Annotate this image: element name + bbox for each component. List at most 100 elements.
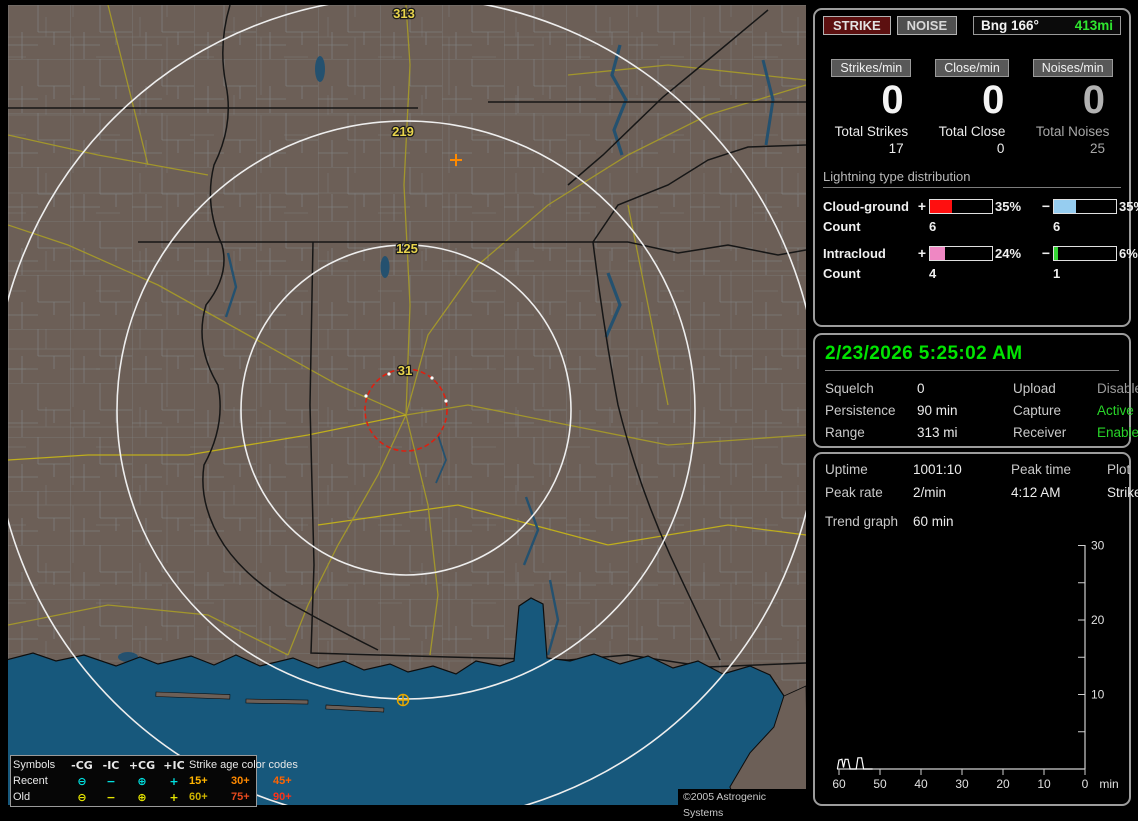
ic-positive-bar (929, 245, 993, 261)
svg-text:10: 10 (1091, 688, 1105, 702)
distribution-title: Lightning type distribution (823, 169, 1121, 188)
peak-time-label: Peak time (1011, 462, 1072, 477)
total-close-label: Total Close (938, 124, 1006, 139)
peak-rate-value: 2/min (913, 485, 947, 500)
legend-col-pcg: +CG (128, 758, 156, 772)
legend-age-title: Strike age color codes (189, 758, 298, 771)
cg-negative-bar (1053, 198, 1117, 214)
age-15: 15+ (189, 774, 208, 787)
map-legend: Symbols -CG -IC +CG +IC Strike age color… (10, 755, 298, 807)
squelch-label: Squelch (825, 381, 874, 396)
noises-per-min-label: Noises/min (1032, 59, 1113, 77)
ring-label-313: 313 (393, 6, 415, 21)
upload-status: Disabled (1097, 381, 1138, 396)
copyright-text: ©2005 Astrogenic Systems (678, 789, 806, 819)
close-per-min-value: 0 (982, 78, 1005, 122)
svg-text:0: 0 (1082, 777, 1089, 791)
age-45: 45+ (273, 774, 292, 787)
pcg-recent-icon: ⊕ (137, 774, 147, 788)
total-noises-value: 25 (1089, 141, 1105, 156)
persistence-value: 90 min (917, 403, 958, 418)
pic-old-icon: + (169, 790, 179, 804)
cg-positive-bar (929, 198, 993, 214)
strike-mode-button[interactable]: STRIKE (823, 16, 891, 35)
ncg-old-icon: ⊖ (77, 790, 87, 804)
ring-label-31: 31 (398, 363, 412, 378)
datetime-display: 2/23/2026 5:25:02 AM (825, 343, 1119, 371)
plus-sign: + (917, 198, 927, 214)
svg-text:10: 10 (1037, 777, 1051, 791)
ic-positive-count: 4 (929, 266, 937, 281)
ic-positive-pct: 24% (995, 245, 1022, 261)
legend-col-nic: -IC (102, 758, 120, 772)
receiver-status: Enabled (1097, 425, 1138, 440)
ring-label-219: 219 (392, 124, 414, 139)
range-value: 313 mi (917, 425, 958, 440)
ic-negative-count: 1 (1053, 266, 1061, 281)
noise-mode-button[interactable]: NOISE (896, 16, 958, 35)
trend-graph-chart: 10 20 30 60 50 40 30 20 10 0 min (832, 541, 1118, 791)
close-per-min-label: Close/min (935, 59, 1009, 77)
ic-count-label: Count (823, 266, 861, 281)
bearing-label: Bng 166° (981, 18, 1039, 33)
svg-text:60: 60 (832, 777, 846, 791)
total-strikes-value: 17 (888, 141, 904, 156)
age-60: 60+ (189, 790, 208, 803)
legend-old-label: Old (13, 790, 31, 803)
trend-graph-label: Trend graph (825, 514, 899, 529)
map-canvas: 313 219 125 31 (8, 5, 806, 805)
nic-old-icon: − (106, 790, 116, 804)
counters-panel: STRIKE NOISE Bng 166° 413mi Strikes/min … (813, 8, 1138, 327)
intracloud-label: Intracloud (823, 245, 886, 261)
uptime-label: Uptime (825, 462, 868, 477)
cg-positive-count: 6 (929, 219, 937, 234)
bearing-readout: Bng 166° 413mi (973, 16, 1121, 35)
cg-negative-pct: 35% (1119, 198, 1138, 214)
ncg-recent-icon: ⊖ (77, 774, 87, 788)
capture-status: Active (1097, 403, 1134, 418)
cg-negative-count: 6 (1053, 219, 1061, 234)
pic-recent-icon: + (169, 774, 179, 788)
status-panel: 2/23/2026 5:25:02 AM Squelch 0 Upload Di… (813, 333, 1138, 448)
legend-symbols-header: Symbols (13, 758, 56, 771)
age-75: 75+ (231, 790, 250, 803)
peak-time-value: 4:12 AM (1011, 485, 1061, 500)
svg-text:20: 20 (996, 777, 1010, 791)
trend-graph-value: 60 min (913, 514, 954, 529)
bearing-range: 413mi (1074, 18, 1113, 33)
session-panel: Uptime 1001:10 Peak time Plot Peak rate … (813, 452, 1138, 806)
squelch-value: 0 (917, 381, 925, 396)
plus-sign: + (917, 245, 927, 261)
storm-map[interactable]: 313 219 125 31 Symbols -CG -IC +CG +IC S… (8, 5, 806, 819)
svg-text:min: min (1099, 777, 1118, 791)
pcg-old-icon: ⊕ (137, 790, 147, 804)
ic-negative-bar (1053, 245, 1117, 261)
strikes-per-min-value: 0 (881, 78, 904, 122)
cg-positive-pct: 35% (995, 198, 1022, 214)
noises-per-min-value: 0 (1082, 78, 1105, 122)
cg-count-label: Count (823, 219, 861, 234)
svg-text:20: 20 (1091, 613, 1105, 627)
uptime-value: 1001:10 (913, 462, 962, 477)
legend-recent-label: Recent (13, 774, 48, 787)
nexstorm-app: 313 219 125 31 Symbols -CG -IC +CG +IC S… (0, 0, 1138, 819)
ring-label-125: 125 (396, 241, 418, 256)
minus-sign: − (1041, 245, 1051, 261)
peak-rate-label: Peak rate (825, 485, 883, 500)
persistence-label: Persistence (825, 403, 896, 418)
plot-value: Strike (1107, 485, 1138, 500)
strikes-per-min-label: Strikes/min (831, 59, 912, 77)
range-label: Range (825, 425, 865, 440)
plot-label: Plot (1107, 462, 1131, 477)
total-noises-label: Total Noises (1035, 124, 1110, 139)
svg-text:30: 30 (955, 777, 969, 791)
ic-negative-pct: 6% (1119, 245, 1138, 261)
capture-label: Capture (1013, 403, 1062, 418)
age-30: 30+ (231, 774, 250, 787)
svg-text:50: 50 (873, 777, 887, 791)
receiver-label: Receiver (1013, 425, 1067, 440)
cloud-ground-label: Cloud-ground (823, 198, 909, 214)
age-90: 90+ (273, 790, 292, 803)
nic-recent-icon: − (106, 774, 116, 788)
legend-col-pic: +IC (163, 758, 185, 772)
